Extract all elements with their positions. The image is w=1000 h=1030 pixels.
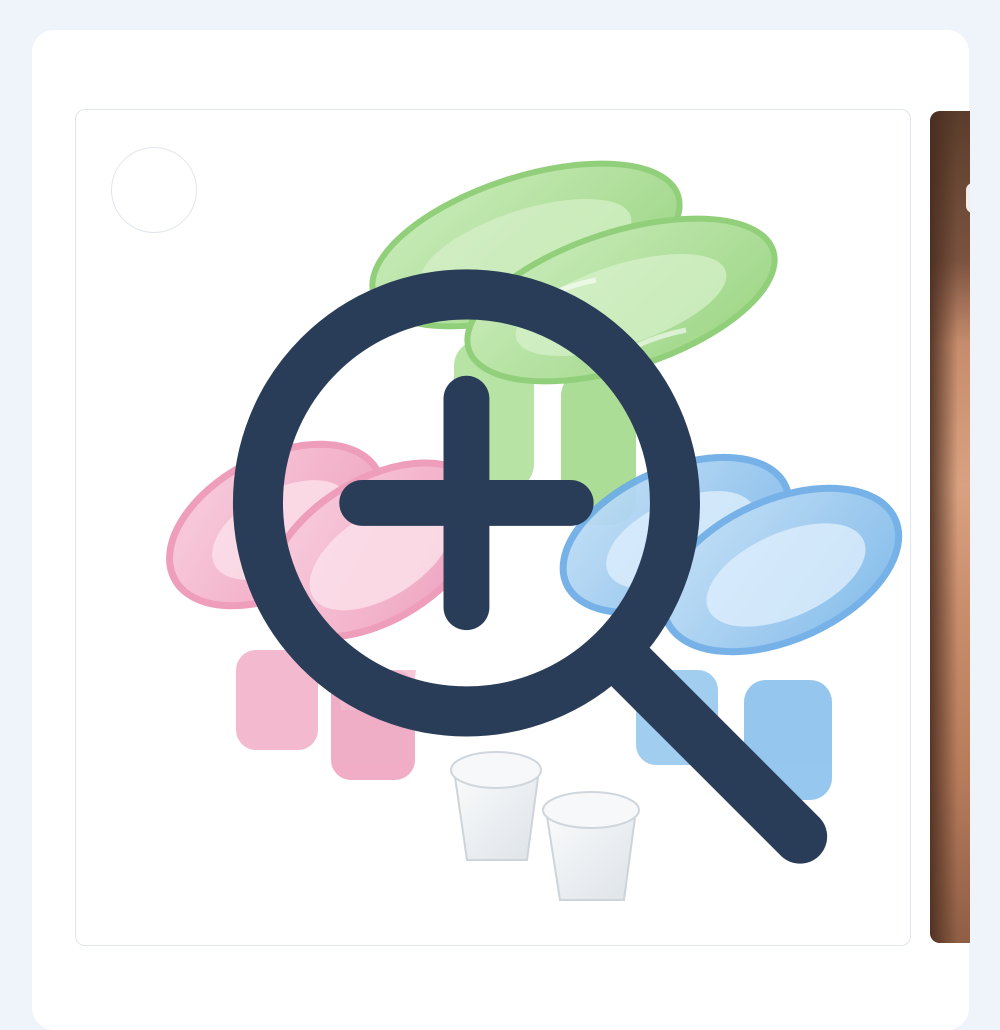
thumbnail-indicator xyxy=(966,183,970,213)
zoom-in-icon xyxy=(232,269,828,864)
thumbnail-photo xyxy=(930,111,970,943)
product-main-image-frame[interactable] xyxy=(75,109,911,946)
next-image-thumbnail[interactable] xyxy=(930,111,970,943)
zoom-button[interactable] xyxy=(111,147,828,864)
